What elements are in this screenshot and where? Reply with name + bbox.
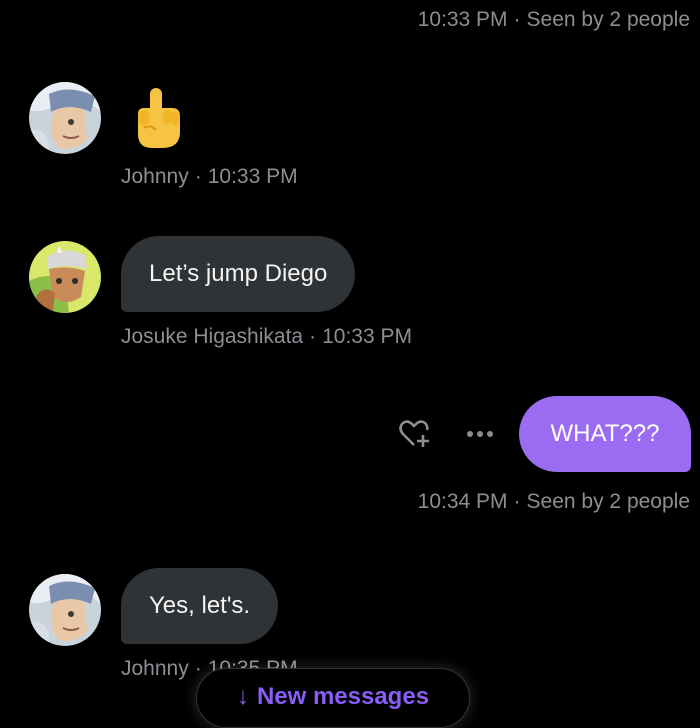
message-text: WHAT??? [550, 420, 660, 447]
seen-status: Seen by 2 people [526, 490, 690, 513]
separator-dot: · [513, 8, 521, 31]
middle-finger-emoji-graphic [138, 88, 180, 148]
message-time: 10:33 PM [207, 165, 298, 188]
avatar-johnny-image [29, 574, 101, 646]
message-time: 10:33 PM [417, 8, 508, 31]
separator-dot: · [194, 165, 202, 188]
heart-plus-icon [399, 420, 429, 447]
message-meta: 10:34 PM · Seen by 2 people [418, 490, 690, 514]
new-messages-button[interactable]: ↓ New messages [196, 668, 470, 728]
arrow-down-icon: ↓ [236, 683, 249, 710]
sender-name: Johnny [121, 165, 189, 188]
separator-dot: · [513, 490, 521, 513]
avatar-johnny-image [29, 82, 101, 154]
message-bubble-outgoing[interactable]: WHAT??? [519, 396, 691, 472]
react-button[interactable] [396, 416, 436, 452]
message-text: Yes, let's. [149, 592, 251, 619]
message-bubble[interactable]: Yes, let's. [121, 568, 279, 644]
message-text: Let’s jump Diego [149, 260, 328, 287]
new-messages-label: New messages [256, 683, 430, 710]
avatar-johnny[interactable] [29, 82, 101, 154]
sender-name: Josuke Higashikata [121, 325, 304, 348]
avatar-josuke[interactable] [29, 241, 101, 313]
avatar-josuke-image [29, 241, 101, 313]
separator-dot: · [309, 325, 317, 348]
avatar-johnny[interactable] [29, 574, 101, 646]
more-dots-icon [467, 431, 493, 437]
message-meta: Johnny · 10:33 PM [121, 165, 298, 189]
message-time: 10:34 PM [417, 490, 508, 513]
more-options-button[interactable] [460, 420, 500, 448]
message-time: 10:33 PM [322, 325, 412, 348]
message-meta: 10:33 PM · Seen by 2 people [418, 8, 690, 32]
seen-status: Seen by 2 people [526, 8, 690, 31]
message-bubble[interactable]: Let’s jump Diego [121, 236, 356, 312]
message-meta: Josuke Higashikata · 10:33 PM [121, 325, 412, 349]
sender-name: Johnny [121, 657, 189, 680]
middle-finger-emoji[interactable] [130, 84, 186, 152]
